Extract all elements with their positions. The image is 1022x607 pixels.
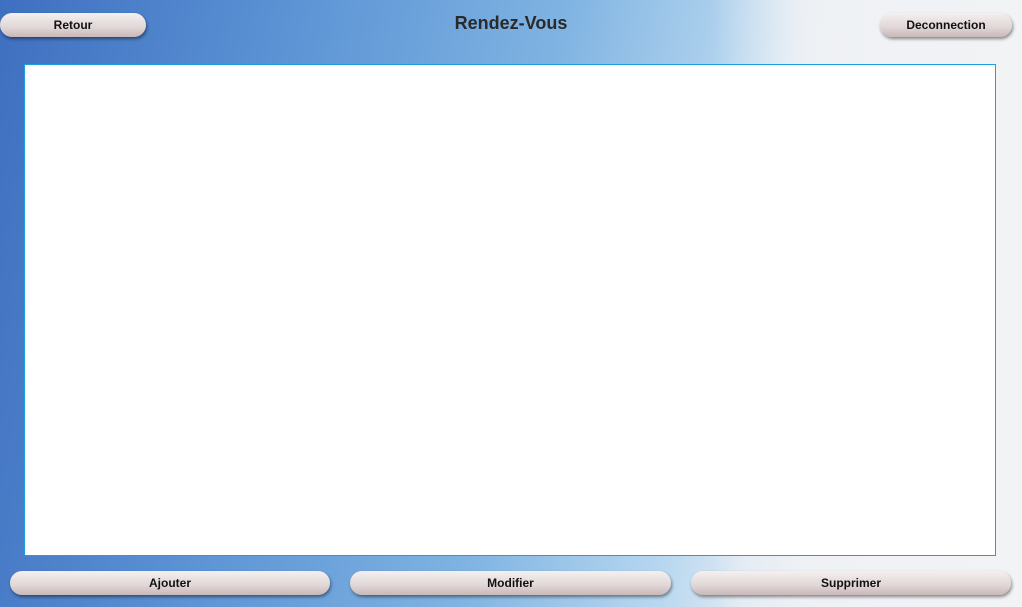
- page-title: Rendez-Vous: [454, 13, 568, 33]
- delete-label: Supprimer: [820, 576, 881, 590]
- add-button[interactable]: Ajouter: [10, 571, 330, 595]
- logout-button[interactable]: Deconnection: [880, 13, 1012, 37]
- logout-label: Deconnection: [906, 18, 986, 32]
- appointments-list[interactable]: [24, 64, 996, 556]
- delete-button[interactable]: Supprimer: [691, 571, 1011, 595]
- edit-label: Modifier: [487, 576, 534, 590]
- edit-button[interactable]: Modifier: [350, 571, 671, 595]
- add-label: Ajouter: [149, 576, 191, 590]
